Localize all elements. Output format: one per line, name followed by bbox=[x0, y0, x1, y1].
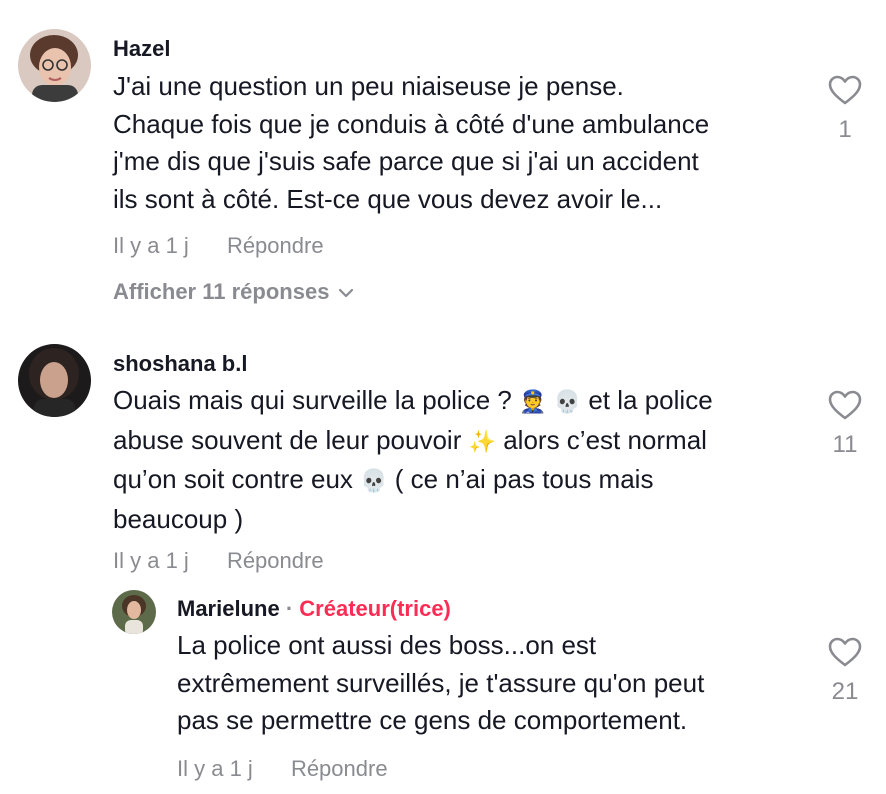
text-fragment: Ouais mais qui surveille la police ? bbox=[113, 385, 520, 415]
comment-line: extrêmement surveillés, je t'assure qu'o… bbox=[177, 667, 705, 698]
police-officer-emoji: 👮 bbox=[519, 390, 547, 415]
text-fragment: abuse souvent de leur pouvoir bbox=[113, 424, 469, 455]
avatar-image bbox=[18, 29, 91, 102]
like-count: 21 bbox=[831, 678, 859, 705]
text-fragment: alors c’est normal bbox=[495, 424, 707, 455]
comment-line: qu’on soit contre eux 💀 ( ce n’ai pas to… bbox=[113, 461, 813, 501]
chevron-down-icon bbox=[339, 289, 354, 298]
comment-timestamp: Il y a 1 j bbox=[113, 233, 189, 258]
comment-timestamp: Il y a 1 j bbox=[113, 548, 189, 573]
comment-meta: Il y a 1 j Répondre bbox=[113, 548, 324, 574]
comment-line: La police ont aussi des boss...on est bbox=[177, 630, 597, 660]
reply-button[interactable]: Répondre bbox=[227, 548, 324, 573]
comment-line: abuse souvent de leur pouvoir ✨ alors c’… bbox=[113, 422, 813, 462]
reply-button[interactable]: Répondre bbox=[291, 756, 388, 781]
avatar-marielune[interactable] bbox=[112, 590, 156, 634]
comment-line: pas se permettre ce gens de comportement… bbox=[177, 705, 688, 735]
comment-text: Ouais mais qui surveille la police ? 👮 💀… bbox=[113, 382, 813, 538]
heart-outline-icon bbox=[828, 75, 862, 105]
heart-outline-icon bbox=[828, 637, 862, 667]
comment-username[interactable]: Hazel bbox=[113, 36, 170, 62]
comment-line: j'me dis que j'suis safe parce que si j'… bbox=[113, 146, 699, 176]
sparkles-emoji: ✨ bbox=[468, 429, 496, 455]
view-replies-label: Afficher 11 réponses bbox=[113, 279, 330, 304]
avatar-image bbox=[18, 344, 91, 417]
reply-button[interactable]: Répondre bbox=[227, 233, 324, 258]
comment-timestamp: Il y a 1 j bbox=[177, 756, 253, 781]
comment-username[interactable]: Marielune bbox=[177, 596, 280, 621]
avatar-hazel[interactable] bbox=[18, 29, 91, 102]
like-count: 1 bbox=[838, 116, 852, 143]
comment-username[interactable]: shoshana b.l bbox=[113, 351, 247, 377]
heart-outline-icon bbox=[828, 390, 862, 420]
like-button[interactable]: 1 bbox=[825, 74, 865, 144]
comment-line: J'ai une question un peu niaiseuse je pe… bbox=[113, 71, 624, 101]
comment-line: Chaque fois que je conduis à côté d'une … bbox=[113, 108, 710, 139]
creator-badge: Créateur(trice) bbox=[299, 596, 451, 621]
comment-text: La police ont aussi des boss...on est ex… bbox=[177, 627, 817, 740]
text-fragment: ( ce n’ai pas tous mais bbox=[387, 464, 654, 494]
like-count: 11 bbox=[832, 431, 858, 458]
skull-emoji: 💀 bbox=[553, 390, 582, 415]
text-fragment: qu’on soit contre eux bbox=[113, 464, 361, 494]
comment-line: beaucoup ) bbox=[113, 503, 244, 534]
view-replies-button[interactable]: Afficher 11 réponses bbox=[113, 279, 355, 305]
like-button[interactable]: 21 bbox=[825, 636, 865, 706]
skull-emoji: 💀 bbox=[360, 469, 388, 494]
avatar-shoshana[interactable] bbox=[18, 344, 91, 417]
comment-meta: Il y a 1 j Répondre bbox=[113, 233, 324, 259]
comment-meta: Il y a 1 j Répondre bbox=[177, 756, 388, 782]
comment-line: ils sont à côté. Est-ce que vous devez a… bbox=[113, 183, 663, 214]
reply-header: Marielune · Créateur(trice) bbox=[177, 596, 451, 622]
avatar-image bbox=[112, 590, 156, 634]
separator-dot: · bbox=[285, 596, 294, 621]
like-button[interactable]: 11 bbox=[825, 389, 865, 459]
comment-text: J'ai une question un peu niaiseuse je pe… bbox=[113, 68, 813, 218]
text-fragment bbox=[546, 385, 553, 415]
text-fragment: et la police bbox=[581, 385, 713, 415]
comment-line: Ouais mais qui surveille la police ? 👮 💀… bbox=[113, 382, 813, 422]
